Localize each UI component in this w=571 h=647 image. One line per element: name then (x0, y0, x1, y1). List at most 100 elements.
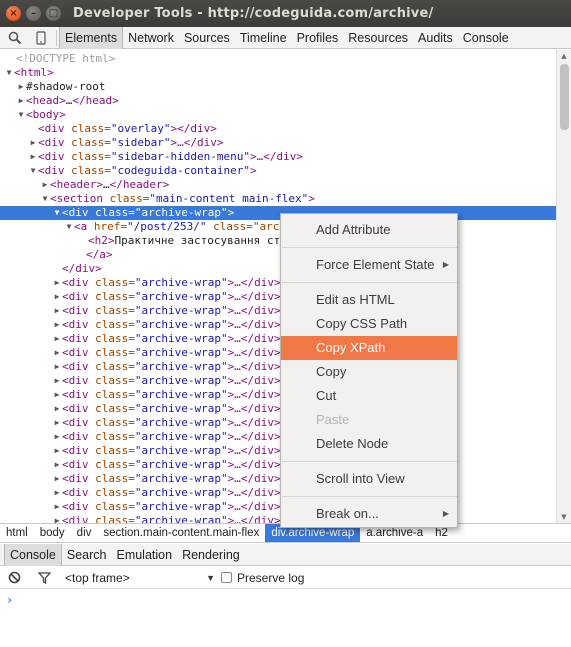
dom-node-codeguida-container[interactable]: ▼ <div class="codeguida-container"> (0, 164, 556, 178)
tab-profiles[interactable]: Profiles (292, 27, 344, 49)
filter-icon[interactable] (35, 569, 53, 587)
dom-node-archive-wrap[interactable]: ▶ <div class="archive-wrap">…</div> (0, 486, 556, 500)
menu-item-copy-css-path[interactable]: Copy CSS Path (281, 312, 457, 336)
drawer-tab-search[interactable]: Search (62, 544, 112, 566)
expand-arrow-icon[interactable]: ▼ (16, 108, 26, 122)
tab-timeline[interactable]: Timeline (235, 27, 292, 49)
dom-node-archive-wrap[interactable]: ▶ <div class="archive-wrap">…</div> (0, 472, 556, 486)
menu-item-delete-node[interactable]: Delete Node (281, 432, 457, 456)
menu-item-add-attribute[interactable]: Add Attribute (281, 218, 457, 242)
menu-item-copy[interactable]: Copy (281, 360, 457, 384)
vertical-scrollbar[interactable]: ▲ ▼ (556, 50, 571, 523)
dom-node-shadow-root[interactable]: ▶ #shadow-root (0, 80, 556, 94)
menu-item-force-element-state[interactable]: Force Element State ▶ (281, 253, 457, 277)
expand-arrow-icon[interactable]: ▶ (52, 500, 62, 514)
expand-arrow-icon[interactable]: ▶ (52, 388, 62, 402)
dom-node-archive-wrap[interactable]: ▶ <div class="archive-wrap">…</div> (0, 416, 556, 430)
expand-arrow-icon[interactable]: ▶ (40, 178, 50, 192)
dom-node-html[interactable]: ▼ <html> (0, 66, 556, 80)
device-mode-icon[interactable] (30, 27, 52, 49)
expand-arrow-icon[interactable]: ▶ (52, 430, 62, 444)
clear-console-icon[interactable] (5, 569, 23, 587)
dom-node-archive-wrap[interactable]: ▶ <div class="archive-wrap">…</div> (0, 444, 556, 458)
expand-arrow-icon[interactable]: ▼ (40, 192, 50, 206)
dom-node-h2[interactable]: <h2>Практичне застосування ст (0, 234, 556, 248)
menu-item-cut[interactable]: Cut (281, 384, 457, 408)
expand-arrow-icon[interactable]: ▶ (52, 360, 62, 374)
menu-item-scroll-into-view[interactable]: Scroll into View (281, 467, 457, 491)
dom-node-archive-wrap[interactable]: ▶ <div class="archive-wrap">…</div> (0, 290, 556, 304)
expand-arrow-icon[interactable]: ▶ (52, 290, 62, 304)
expand-arrow-icon[interactable]: ▶ (52, 416, 62, 430)
expand-arrow-icon[interactable]: ▶ (52, 402, 62, 416)
menu-item-copy-xpath[interactable]: Copy XPath (281, 336, 457, 360)
console-prompt[interactable]: › (6, 593, 13, 607)
dom-node-archive-wrap[interactable]: ▶ <div class="archive-wrap">…</div> (0, 388, 556, 402)
dom-node-div-close[interactable]: </div> (0, 262, 556, 276)
drawer-tab-rendering[interactable]: Rendering (177, 544, 245, 566)
expand-arrow-icon[interactable]: ▶ (52, 276, 62, 290)
minimize-window-button[interactable]: – (26, 6, 41, 21)
expand-arrow-icon[interactable]: ▶ (52, 472, 62, 486)
menu-item-break-on[interactable]: Break on... ▶ (281, 502, 457, 526)
tab-console[interactable]: Console (458, 27, 514, 49)
expand-arrow-icon[interactable]: ▶ (52, 304, 62, 318)
dom-node-anchor[interactable]: ▼ <a href="/post/253/" class="arc (0, 220, 556, 234)
expand-arrow-icon[interactable]: ▶ (52, 444, 62, 458)
tab-audits[interactable]: Audits (413, 27, 458, 49)
expand-arrow-icon[interactable]: ▼ (28, 164, 38, 178)
dom-node-archive-wrap[interactable]: ▶ <div class="archive-wrap">…</div> (0, 346, 556, 360)
dom-node-archive-wrap-selected[interactable]: ▼ <div class="archive-wrap"> (0, 206, 556, 220)
expand-arrow-icon[interactable]: ▶ (28, 150, 38, 164)
drawer-tab-console[interactable]: Console (4, 543, 62, 566)
dom-node-anchor-close[interactable]: </a> (0, 248, 556, 262)
expand-arrow-icon[interactable]: ▼ (52, 206, 62, 220)
dom-node-head[interactable]: ▶ <head>…</head> (0, 94, 556, 108)
breadcrumb-html[interactable]: html (0, 524, 34, 542)
tab-sources[interactable]: Sources (179, 27, 235, 49)
dom-node-archive-wrap[interactable]: ▶ <div class="archive-wrap">…</div> (0, 276, 556, 290)
tab-elements[interactable]: Elements (59, 26, 124, 49)
tab-resources[interactable]: Resources (343, 27, 413, 49)
expand-arrow-icon[interactable]: ▶ (52, 318, 62, 332)
scrollbar-thumb[interactable] (560, 64, 569, 130)
expand-arrow-icon[interactable]: ▶ (16, 80, 26, 94)
dom-node-archive-wrap[interactable]: ▶ <div class="archive-wrap">…</div> (0, 514, 556, 523)
dom-node-doctype[interactable]: <!DOCTYPE html> (0, 52, 556, 66)
menu-item-edit-as-html[interactable]: Edit as HTML (281, 288, 457, 312)
expand-arrow-icon[interactable]: ▶ (16, 94, 26, 108)
scroll-up-icon[interactable]: ▲ (557, 50, 571, 62)
dom-node-archive-wrap[interactable]: ▶ <div class="archive-wrap">…</div> (0, 318, 556, 332)
search-icon[interactable] (4, 27, 26, 49)
dom-node-header[interactable]: ▶ <header>…</header> (0, 178, 556, 192)
preserve-log-checkbox[interactable] (221, 572, 232, 583)
dom-node-sidebar-hidden-menu[interactable]: ▶ <div class="sidebar-hidden-menu">…</div… (0, 150, 556, 164)
frame-select[interactable]: <top frame> ▼ (65, 571, 215, 585)
maximize-window-button[interactable]: □ (46, 6, 61, 21)
dom-node-archive-wrap[interactable]: ▶ <div class="archive-wrap">…</div> (0, 500, 556, 514)
expand-arrow-icon[interactable]: ▼ (4, 66, 14, 80)
close-window-button[interactable]: × (6, 6, 21, 21)
expand-arrow-icon[interactable]: ▶ (52, 514, 62, 523)
dom-node-archive-wrap[interactable]: ▶ <div class="archive-wrap">…</div> (0, 332, 556, 346)
expand-arrow-icon[interactable]: ▶ (52, 332, 62, 346)
breadcrumb-section[interactable]: section.main-content.main-flex (97, 524, 265, 542)
dom-node-archive-wrap[interactable]: ▶ <div class="archive-wrap">…</div> (0, 360, 556, 374)
dom-node-archive-wrap[interactable]: ▶ <div class="archive-wrap">…</div> (0, 430, 556, 444)
drawer-tab-emulation[interactable]: Emulation (111, 544, 177, 566)
breadcrumb-div[interactable]: div (71, 524, 98, 542)
expand-arrow-icon[interactable]: ▼ (64, 220, 74, 234)
dom-node-body[interactable]: ▼ <body> (0, 108, 556, 122)
dom-node-archive-wrap[interactable]: ▶ <div class="archive-wrap">…</div> (0, 304, 556, 318)
dom-node-archive-wrap[interactable]: ▶ <div class="archive-wrap">…</div> (0, 374, 556, 388)
dom-node-overlay[interactable]: <div class="overlay"></div> (0, 122, 556, 136)
tab-network[interactable]: Network (123, 27, 179, 49)
expand-arrow-icon[interactable]: ▶ (52, 346, 62, 360)
dom-node-archive-wrap[interactable]: ▶ <div class="archive-wrap">…</div> (0, 402, 556, 416)
scroll-down-icon[interactable]: ▼ (557, 511, 571, 523)
dom-node-archive-wrap[interactable]: ▶ <div class="archive-wrap">…</div> (0, 458, 556, 472)
preserve-log-toggle[interactable]: Preserve log (221, 571, 304, 585)
expand-arrow-icon[interactable]: ▶ (52, 458, 62, 472)
dom-node-sidebar[interactable]: ▶ <div class="sidebar">…</div> (0, 136, 556, 150)
expand-arrow-icon[interactable]: ▶ (28, 136, 38, 150)
